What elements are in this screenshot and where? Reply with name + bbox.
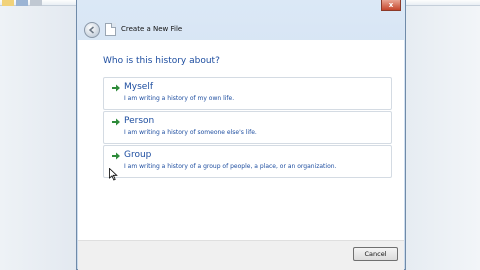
cancel-button[interactable]: Cancel: [353, 247, 398, 261]
option-title: Person: [124, 116, 155, 126]
question-heading: Who is this history about?: [103, 56, 220, 66]
dialog-title: Create a New File: [121, 25, 183, 33]
background-app-right: [406, 6, 480, 270]
mouse-pointer-icon: [109, 168, 118, 181]
create-new-file-dialog: Create a New File x Who is this history …: [76, 0, 406, 270]
green-arrow-icon: [112, 84, 120, 92]
option-title: Myself: [124, 82, 153, 92]
dialog-footer: Cancel: [78, 240, 404, 270]
back-arrow-icon[interactable]: [84, 22, 100, 38]
option-title: Group: [124, 150, 152, 160]
option-group[interactable]: Group I am writing a history of a group …: [103, 145, 392, 178]
close-button[interactable]: x: [381, 0, 401, 11]
close-icon: x: [388, 0, 394, 9]
green-arrow-icon: [112, 118, 120, 126]
document-icon: [105, 23, 116, 36]
dialog-content: Who is this history about? Myself I am w…: [78, 40, 404, 240]
option-person[interactable]: Person I am writing a history of someone…: [103, 111, 392, 144]
option-description: I am writing a history of someone else's…: [124, 129, 257, 136]
window-buttons: x: [381, 0, 401, 12]
green-arrow-icon: [112, 152, 120, 160]
background-app-left: [0, 6, 76, 270]
option-myself[interactable]: Myself I am writing a history of my own …: [103, 77, 392, 110]
dialog-titlebar: Create a New File x: [77, 0, 405, 40]
option-description: I am writing a history of my own life.: [124, 95, 235, 102]
option-description: I am writing a history of a group of peo…: [124, 163, 337, 170]
